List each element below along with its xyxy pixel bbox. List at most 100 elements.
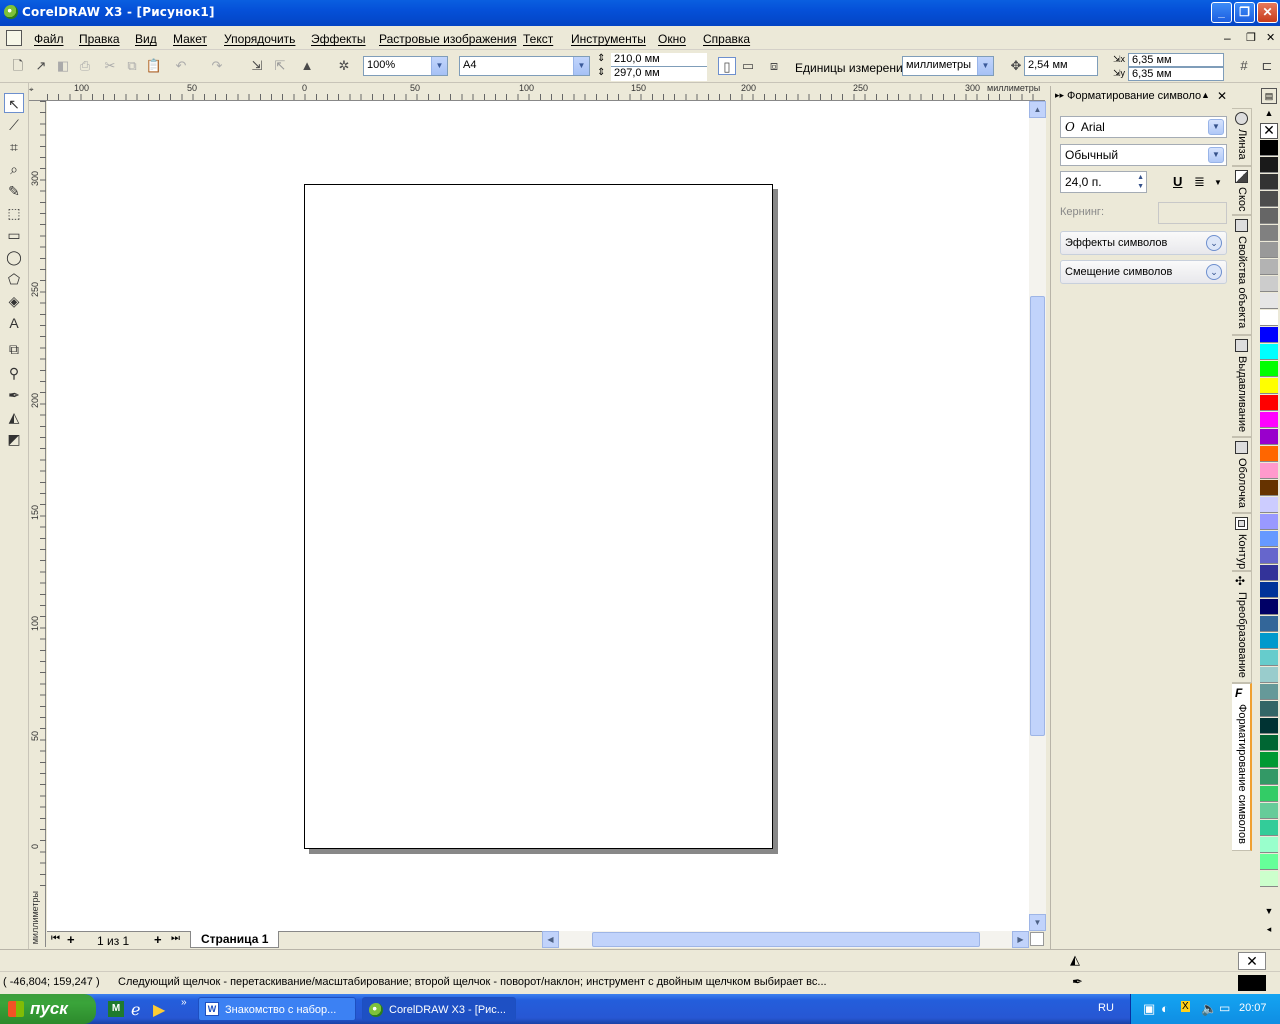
scroll-down-icon[interactable]: ▼ <box>1029 914 1046 931</box>
start-button[interactable]: пуск <box>0 994 96 1024</box>
interactive-fill-tool-icon[interactable]: ◩ <box>4 429 24 449</box>
add-page-before-icon[interactable]: + <box>67 932 75 947</box>
zoom-select[interactable]: 100% ▼ <box>363 56 448 76</box>
font-style-select[interactable]: Обычный ▼ <box>1060 144 1227 166</box>
pick-tool-icon[interactable]: ↖ <box>4 93 24 113</box>
color-swatch[interactable] <box>1260 803 1278 819</box>
duplicate-y-field[interactable]: 6,35 мм <box>1128 67 1224 81</box>
color-swatch[interactable] <box>1260 276 1278 292</box>
cut-icon[interactable]: ✂ <box>101 57 119 75</box>
color-swatch[interactable] <box>1260 327 1278 343</box>
add-page-after-icon[interactable]: + <box>154 932 162 947</box>
landscape-icon[interactable]: ▭ <box>739 57 757 75</box>
ruler-origin-icon[interactable]: ⌖ <box>29 85 34 95</box>
character-effects-section[interactable]: Эффекты символов ⌄ <box>1060 231 1227 255</box>
vertical-scrollbar[interactable]: ▲ ▼ <box>1029 101 1046 931</box>
no-color-swatch[interactable]: ✕ <box>1260 123 1278 139</box>
docker-collapse-icon[interactable]: ▲ <box>1201 90 1210 100</box>
color-swatch[interactable] <box>1260 514 1278 530</box>
scroll-left-icon[interactable]: ◀ <box>542 931 559 948</box>
tab-lens[interactable]: Линза <box>1232 108 1252 166</box>
color-swatch[interactable] <box>1260 429 1278 445</box>
spin-icon[interactable]: ▲ ▼ <box>1137 173 1144 191</box>
color-swatch[interactable] <box>1260 718 1278 734</box>
vertical-scroll-thumb[interactable] <box>1030 296 1045 736</box>
media-player-icon[interactable]: ▶ <box>153 1000 165 1020</box>
paper-size-select[interactable]: A4 ▼ <box>459 56 590 76</box>
outline-indicator-icon[interactable]: ✒ <box>1072 974 1083 990</box>
page-width-field[interactable]: 210,0 мм <box>611 53 707 67</box>
color-swatch[interactable] <box>1260 344 1278 360</box>
color-swatch[interactable] <box>1260 837 1278 853</box>
document-icon[interactable] <box>6 30 22 46</box>
export-icon[interactable]: ⇱ <box>271 57 289 75</box>
portrait-icon[interactable]: ▯ <box>718 57 736 75</box>
shield-icon[interactable]: ◐ <box>1161 1001 1169 1016</box>
color-swatch[interactable] <box>1260 208 1278 224</box>
grid-icon[interactable]: # <box>1235 57 1253 75</box>
horizontal-scrollbar[interactable]: ◀ ▶ <box>542 931 1029 948</box>
tab-transform[interactable]: ✣ Преобразование <box>1232 571 1252 683</box>
color-swatch[interactable] <box>1260 293 1278 309</box>
color-swatch[interactable] <box>1260 174 1278 190</box>
docker-expand-icon[interactable]: ▸▸ <box>1055 90 1064 101</box>
text-tool-icon[interactable]: A <box>4 313 24 333</box>
menu-arrange[interactable]: Упорядочить <box>224 32 295 46</box>
language-indicator[interactable]: RU <box>1098 1002 1114 1014</box>
taskbar-item-coreldraw[interactable]: CorelDRAW X3 - [Рис... <box>362 997 516 1021</box>
eyedropper-tool-icon[interactable]: ⚲ <box>4 363 24 383</box>
menu-view[interactable]: Вид <box>135 32 157 46</box>
menu-tools[interactable]: Инструменты <box>571 32 646 46</box>
close-button[interactable]: ✕ <box>1257 2 1278 23</box>
open-icon[interactable]: ↗ <box>32 57 50 75</box>
doc-restore-icon[interactable]: ❐ <box>1246 31 1256 44</box>
outline-color-swatch[interactable] <box>1238 975 1266 991</box>
internet-explorer-icon[interactable]: ℯ <box>131 1000 140 1020</box>
color-swatch[interactable] <box>1260 684 1278 700</box>
color-swatch[interactable] <box>1260 446 1278 462</box>
print-icon[interactable]: ⎙ <box>76 57 94 75</box>
application-launcher-icon[interactable]: ▲ <box>298 57 316 75</box>
restore-button[interactable]: ❐ <box>1234 2 1255 23</box>
menu-layout[interactable]: Макет <box>173 32 207 46</box>
color-swatch[interactable] <box>1260 633 1278 649</box>
color-swatch[interactable] <box>1260 310 1278 326</box>
doc-minimize-icon[interactable]: – <box>1224 31 1231 45</box>
last-page-icon[interactable]: ⏭ <box>171 933 180 944</box>
color-swatch[interactable] <box>1260 140 1278 156</box>
palette-scroll-up-icon[interactable]: ▲ <box>1260 108 1278 118</box>
color-swatch[interactable] <box>1260 701 1278 717</box>
color-swatch[interactable] <box>1260 650 1278 666</box>
tab-envelope[interactable]: Оболочка <box>1232 437 1252 513</box>
page-layout-icon[interactable]: ⧈ <box>765 57 783 75</box>
color-swatch[interactable] <box>1260 786 1278 802</box>
page-height-field[interactable]: 297,0 мм <box>611 67 707 81</box>
color-swatch[interactable] <box>1260 548 1278 564</box>
network-icon[interactable]: ▣ <box>1143 1001 1155 1017</box>
redo-icon[interactable]: ↷ <box>208 57 226 75</box>
units-select[interactable]: миллиметры ▼ <box>902 56 994 76</box>
outline-tool-icon[interactable]: ✒ <box>4 385 24 405</box>
scroll-up-icon[interactable]: ▲ <box>1029 101 1046 118</box>
color-swatch[interactable] <box>1260 854 1278 870</box>
color-swatch[interactable] <box>1260 242 1278 258</box>
horizontal-scroll-thumb[interactable] <box>592 932 980 947</box>
docker-close-icon[interactable]: ✕ <box>1217 89 1227 103</box>
color-swatch[interactable] <box>1260 157 1278 173</box>
shape-tool-icon[interactable]: ⟋ <box>4 115 24 135</box>
tab-contour[interactable]: Контур <box>1232 513 1252 571</box>
font-size-field[interactable]: 24,0 п. ▲ ▼ <box>1060 171 1147 193</box>
color-swatch[interactable] <box>1260 191 1278 207</box>
ellipse-tool-icon[interactable]: ◯ <box>4 247 24 267</box>
color-swatch[interactable] <box>1260 225 1278 241</box>
doc-close-icon[interactable]: ✕ <box>1266 31 1275 44</box>
color-swatch[interactable] <box>1260 871 1278 887</box>
document-page[interactable] <box>304 184 773 849</box>
nudge-field[interactable]: 2,54 мм <box>1024 56 1098 76</box>
fill-tool-icon[interactable]: ◭ <box>4 407 24 427</box>
duplicate-x-field[interactable]: 6,35 мм <box>1128 53 1224 67</box>
interactive-blend-tool-icon[interactable]: ⧉ <box>4 339 24 359</box>
ruler-icon[interactable]: ⊏ <box>1258 57 1276 75</box>
horizontal-ruler[interactable]: ⌖ 100 50 0 50 100 150 200 250 300 миллим… <box>29 83 1045 101</box>
color-swatch[interactable] <box>1260 412 1278 428</box>
